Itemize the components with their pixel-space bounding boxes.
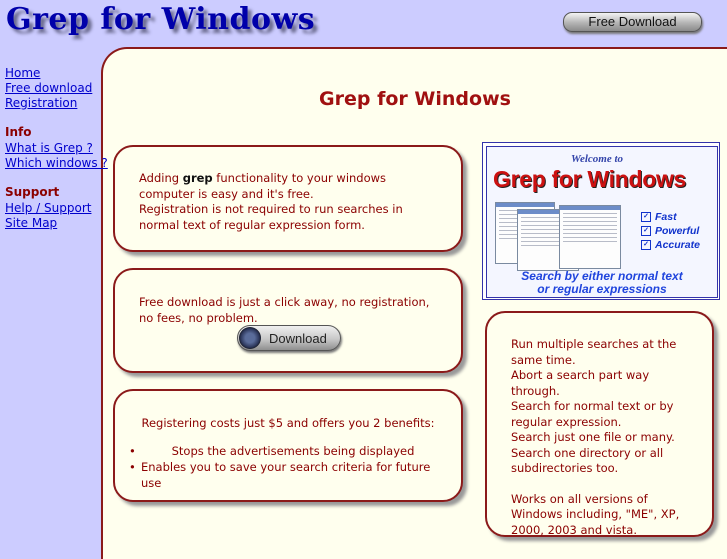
- intro-text-line1: Adding grep functionality to your window…: [139, 171, 439, 202]
- benefit-text: Enables you to save your search criteria…: [141, 459, 431, 490]
- feature-label: Accurate: [655, 239, 700, 251]
- grep-keyword: grep: [182, 171, 213, 185]
- download-disc-icon: [239, 327, 261, 349]
- feature-line: Run multiple searches at the same time.: [511, 337, 677, 367]
- banner-welcome: Welcome to: [571, 153, 624, 165]
- feature-line: Search one directory or all subdirectori…: [511, 445, 664, 476]
- feature-label: Powerful: [655, 225, 700, 237]
- nav-link-home[interactable]: Home: [5, 66, 108, 81]
- features-box: Run multiple searches at the same time. …: [485, 311, 714, 537]
- benefit-item: Enables you to save your search criteria…: [129, 459, 447, 491]
- registration-box: Registering costs just $5 and offers you…: [113, 389, 463, 502]
- feature-line: Abort a search part way through.: [511, 368, 650, 398]
- download-box: Free download is just a click away, no r…: [113, 268, 463, 373]
- download-button-label: Download: [269, 331, 327, 346]
- nav-link-what-is-grep[interactable]: What is Grep ?: [5, 141, 108, 156]
- screenshot-thumbnail: [559, 205, 621, 269]
- intro-text-line2: Registration is not required to run sear…: [139, 202, 403, 232]
- feature-label: Fast: [655, 211, 677, 223]
- benefit-item: Stops the advertisements being displayed: [129, 443, 447, 459]
- checkbox-icon: ✓: [641, 240, 651, 251]
- banner-search-line2: or regular expressions: [537, 282, 667, 296]
- intro-prefix: Adding: [139, 171, 183, 185]
- benefit-text: Stops the advertisements being displayed: [171, 443, 415, 458]
- site-logo[interactable]: Grep for Windows: [6, 2, 315, 37]
- banner-title: Grep for Windows: [493, 166, 687, 192]
- download-text: Free download is just a click away, no r…: [139, 295, 430, 325]
- compatibility-note: Works on all versions of Windows includi…: [511, 491, 680, 537]
- feature-line: Search just one file or many.: [511, 430, 675, 444]
- intro-box: Adding grep functionality to your window…: [113, 145, 463, 252]
- sidebar-nav: Home Free download Registration Info Wha…: [5, 66, 108, 231]
- registration-intro: Registering costs just $5 and offers you…: [141, 416, 435, 430]
- welcome-banner[interactable]: Welcome to Grep for Windows ✓ Fast ✓ Power…: [482, 142, 720, 300]
- nav-link-site-map[interactable]: Site Map: [5, 216, 108, 231]
- free-download-button[interactable]: Free Download: [563, 12, 702, 32]
- nav-link-help-support[interactable]: Help / Support: [5, 201, 108, 216]
- feature-line: Search for normal text or by regular exp…: [511, 399, 674, 429]
- benefits-list: Stops the advertisements being displayed…: [129, 443, 447, 491]
- nav-heading-support: Support: [5, 185, 60, 199]
- nav-link-free-download[interactable]: Free download: [5, 81, 108, 96]
- page-title: Grep for Windows: [319, 88, 511, 110]
- feature-accurate: ✓ Accurate: [641, 239, 700, 251]
- nav-link-registration[interactable]: Registration: [5, 96, 108, 111]
- feature-fast: ✓ Fast: [641, 211, 677, 223]
- download-button[interactable]: Download: [237, 325, 341, 351]
- nav-link-which-windows[interactable]: Which windows ?: [5, 156, 108, 171]
- nav-heading-info: Info: [5, 125, 32, 139]
- banner-inner: Welcome to Grep for Windows ✓ Fast ✓ Power…: [486, 146, 718, 298]
- checkbox-icon: ✓: [641, 226, 651, 237]
- banner-search-line1: Search by either normal text: [521, 269, 683, 283]
- feature-powerful: ✓ Powerful: [641, 225, 699, 237]
- checkbox-icon: ✓: [641, 212, 651, 223]
